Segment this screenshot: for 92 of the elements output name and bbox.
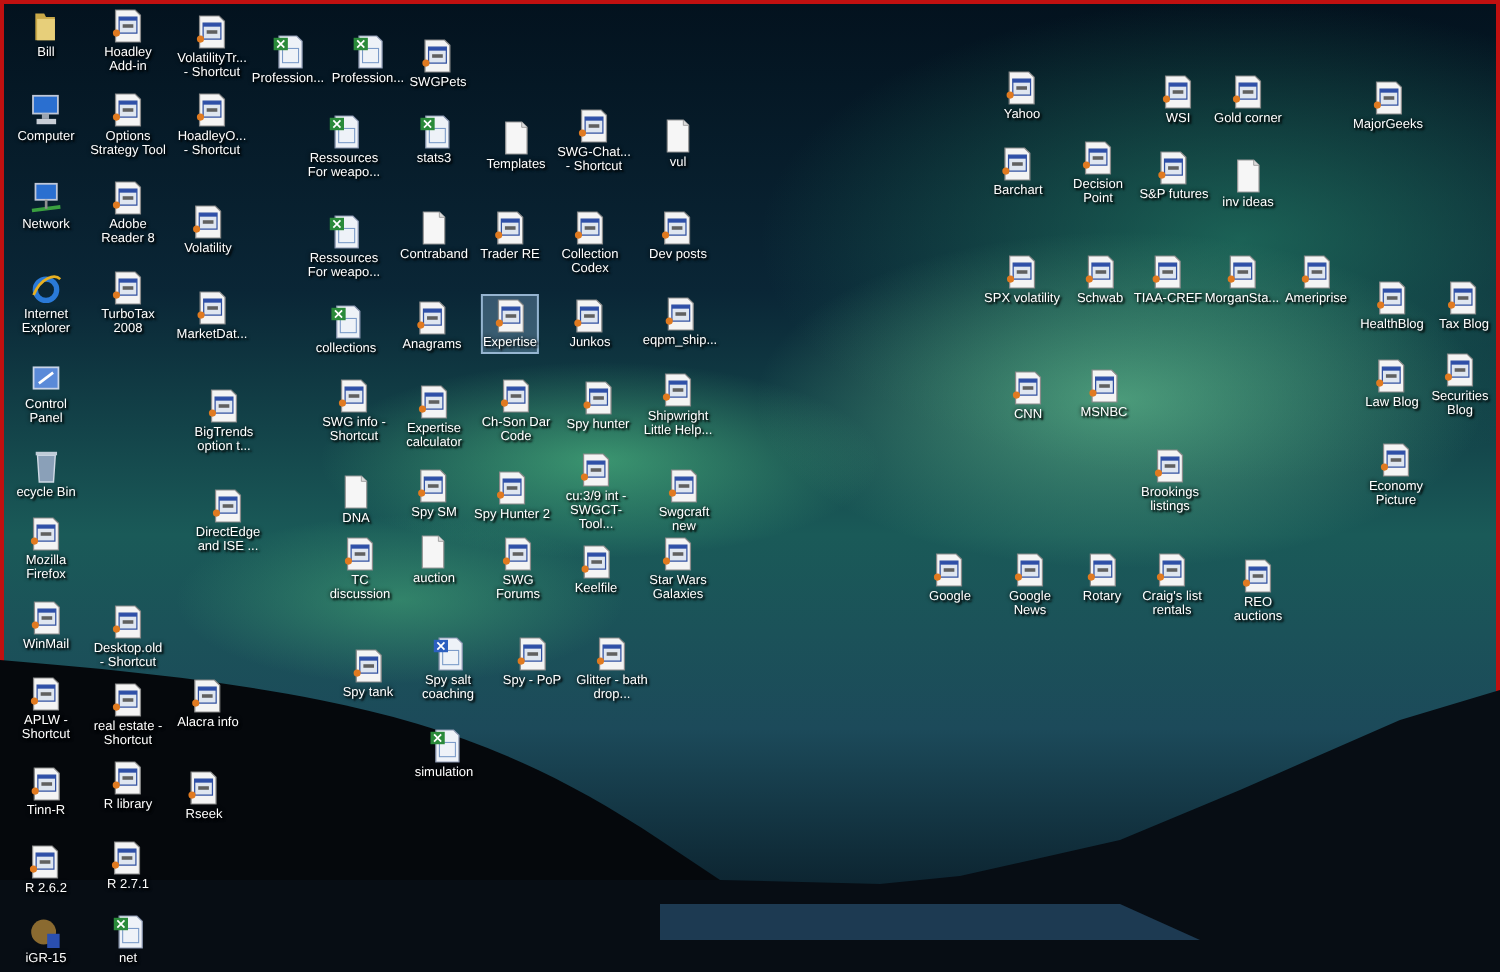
document-icon: [1088, 368, 1120, 404]
document-icon: [664, 296, 696, 332]
document-icon: [344, 536, 376, 572]
blank-file-icon: [662, 118, 694, 154]
spreadsheet-icon: [418, 114, 450, 150]
network-icon: [30, 180, 62, 216]
document-icon: [1372, 80, 1404, 116]
document-icon: [112, 8, 144, 44]
document-icon: [1014, 552, 1046, 588]
spreadsheet-icon: [112, 914, 144, 950]
text-document-icon: [432, 636, 464, 672]
document-icon: [1376, 280, 1408, 316]
document-icon: [338, 378, 370, 414]
document-icon: [1444, 352, 1476, 388]
document-icon: [1156, 552, 1188, 588]
document-icon: [574, 210, 606, 246]
spreadsheet-icon: [428, 728, 460, 764]
document-icon: [192, 678, 224, 714]
document-icon: [1006, 254, 1038, 290]
blank-file-icon: [1232, 158, 1264, 194]
spreadsheet-icon: [328, 214, 360, 250]
document-icon: [30, 676, 62, 712]
document-icon: [494, 298, 526, 334]
document-icon: [418, 384, 450, 420]
document-icon: [1158, 150, 1190, 186]
document-icon: [662, 536, 694, 572]
blank-file-icon: [340, 474, 372, 510]
document-icon: [1162, 74, 1194, 110]
document-icon: [516, 636, 548, 672]
document-icon: [500, 378, 532, 414]
document-icon: [112, 180, 144, 216]
document-icon: [196, 14, 228, 50]
document-icon: [1006, 70, 1038, 106]
document-icon: [112, 760, 144, 796]
document-icon: [422, 38, 454, 74]
recycle-bin-icon: [30, 448, 62, 484]
document-icon: [1448, 280, 1480, 316]
document-icon: [1002, 146, 1034, 182]
document-icon: [208, 388, 240, 424]
control-panel-icon: [30, 360, 62, 396]
blank-file-icon: [418, 534, 450, 570]
document-icon: [1082, 140, 1114, 176]
document-icon: [30, 766, 62, 802]
document-icon: [196, 92, 228, 128]
document-icon: [30, 600, 62, 636]
program-icon: [30, 914, 62, 950]
spreadsheet-icon: [272, 34, 304, 70]
document-icon: [112, 682, 144, 718]
document-icon: [112, 604, 144, 640]
document-icon: [1084, 254, 1116, 290]
document-icon: [112, 270, 144, 306]
document-icon: [574, 298, 606, 334]
document-icon: [1086, 552, 1118, 588]
document-icon: [1154, 448, 1186, 484]
spreadsheet-icon: [328, 114, 360, 150]
document-icon: [578, 108, 610, 144]
document-icon: [496, 470, 528, 506]
document-icon: [112, 92, 144, 128]
document-icon: [1152, 254, 1184, 290]
document-icon: [582, 380, 614, 416]
document-icon: [418, 468, 450, 504]
document-icon: [192, 204, 224, 240]
document-icon: [502, 536, 534, 572]
document-icon: [112, 840, 144, 876]
blank-file-icon: [500, 120, 532, 156]
document-icon: [1300, 254, 1332, 290]
document-icon: [196, 290, 228, 326]
document-icon: [934, 552, 966, 588]
document-icon: [580, 544, 612, 580]
document-icon: [212, 488, 244, 524]
document-icon: [30, 516, 62, 552]
document-icon: [596, 636, 628, 672]
document-icon: [30, 844, 62, 880]
blank-file-icon: [418, 210, 450, 246]
document-icon: [188, 770, 220, 806]
document-icon: [416, 300, 448, 336]
browser-icon: [30, 270, 62, 306]
document-icon: [1242, 558, 1274, 594]
document-icon: [1380, 442, 1412, 478]
spreadsheet-icon: [352, 34, 384, 70]
document-icon: [352, 648, 384, 684]
document-icon: [580, 452, 612, 488]
document-icon: [1232, 74, 1264, 110]
document-icon: [668, 468, 700, 504]
computer-icon: [30, 92, 62, 128]
document-icon: [1012, 370, 1044, 406]
document-icon: [494, 210, 526, 246]
document-icon: [662, 210, 694, 246]
document-icon: [1376, 358, 1408, 394]
spreadsheet-icon: [330, 304, 362, 340]
document-icon: [662, 372, 694, 408]
document-icon: [1226, 254, 1258, 290]
